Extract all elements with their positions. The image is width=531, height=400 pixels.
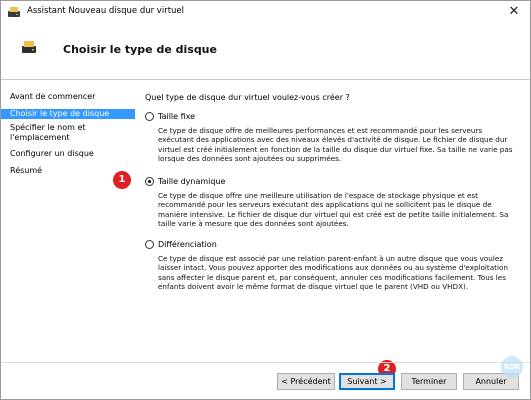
option-label[interactable]: Taille fixe [158,112,195,121]
wizard-steps-nav: Avant de commencer Choisir le type de di… [1,80,135,360]
wizard-header: Choisir le type de disque [1,23,530,80]
close-button[interactable]: ✕ [506,4,522,20]
page-title: Choisir le type de disque [63,43,217,56]
watermark-logo: RDR [501,356,523,378]
nav-item-configurer-disque[interactable]: Configurer un disque [1,149,135,159]
option-label[interactable]: Taille dynamique [158,177,225,186]
next-button[interactable]: Suivant > [339,373,395,390]
hard-disk-icon [22,41,36,53]
radio-taille-dynamique[interactable] [145,177,154,186]
option-description: Ce type de disque est associé par une re… [158,254,508,292]
radio-taille-fixe[interactable] [145,112,154,121]
option-description: Ce type de disque offre de meilleures pe… [158,126,513,164]
hard-disk-icon [8,7,20,17]
nav-item-nom-emplacement[interactable]: Spécifier le nom et l'emplacement [1,123,135,143]
window-title: Assistant Nouveau disque dur virtuel [27,6,185,16]
title-bar[interactable]: Assistant Nouveau disque dur virtuel ✕ [1,1,530,23]
footer-divider [1,362,530,363]
question-text: Quel type de disque dur virtuel voulez-v… [145,93,350,102]
radio-differenciation[interactable] [145,240,154,249]
nav-item-avant-de-commencer[interactable]: Avant de commencer [1,92,135,102]
finish-button[interactable]: Terminer [401,373,457,390]
previous-button[interactable]: < Précédent [277,373,335,390]
option-description: Ce type de disque offre une meilleure ut… [158,191,509,229]
wizard-window: Assistant Nouveau disque dur virtuel ✕ C… [0,0,531,400]
nav-item-choisir-type[interactable]: Choisir le type de disque [1,109,135,119]
close-icon: ✕ [508,4,520,19]
step-marker-1: 1 [113,171,131,189]
option-label[interactable]: Différenciation [158,240,217,249]
